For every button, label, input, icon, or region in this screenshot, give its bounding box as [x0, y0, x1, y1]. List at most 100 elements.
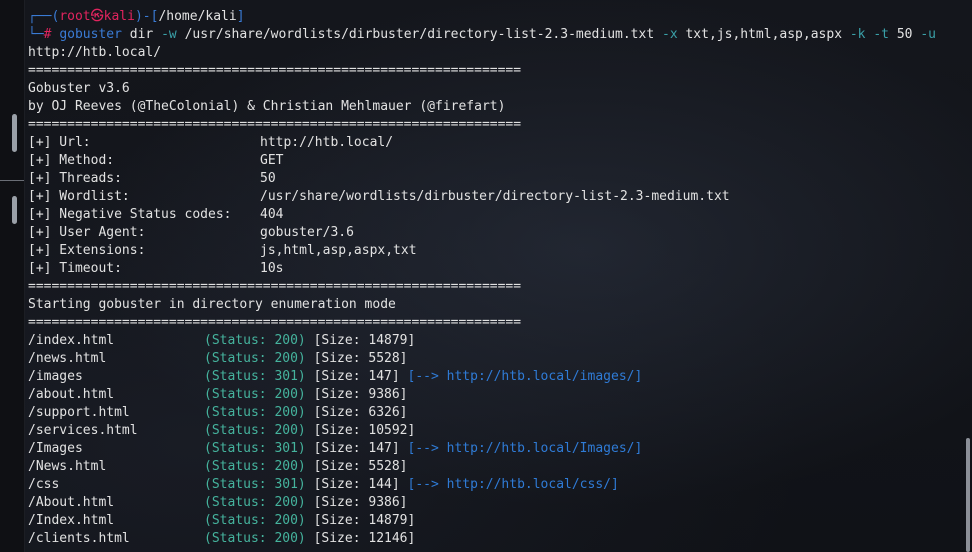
command-name: gobuster: [59, 27, 122, 42]
config-row: [+] Method: GET: [28, 152, 962, 170]
prompt-bracket-close: ]: [236, 9, 245, 24]
separator: ========================================…: [28, 63, 522, 78]
result-size: [Size: 14879]: [313, 333, 416, 348]
prompt-host: kali: [103, 9, 135, 24]
flag-u: -u: [920, 27, 936, 42]
config-value: 10s: [260, 261, 284, 276]
result-redirect: [--> http://htb.local/Images/]: [407, 441, 643, 456]
result-status: (Status: 200): [204, 513, 306, 528]
result-path: /about.html: [28, 387, 115, 402]
config-row: [+] Timeout: 10s: [28, 260, 962, 278]
result-row: /images (Status: 301) [Size: 147] [--> ht…: [28, 368, 962, 386]
result-path: /index.html: [28, 333, 115, 348]
command-line-wrap: http://htb.local/: [28, 44, 962, 62]
terminal-output[interactable]: ┌──(root㉿kali)-[/home/kali] └─# gobuster…: [28, 8, 962, 548]
config-row: [+] Negative Status codes: 404: [28, 206, 962, 224]
config-key: [+] Wordlist:: [28, 189, 130, 204]
terminal-scrollbar-thumb[interactable]: [966, 438, 970, 552]
config-key: [+] Method:: [28, 153, 115, 168]
config-row: [+] Threads: 50: [28, 170, 962, 188]
result-row: /index.html (Status: 200) [Size: 14879]: [28, 332, 962, 350]
config-value: 404: [260, 207, 284, 222]
result-row: /clients.html (Status: 200) [Size: 12146]: [28, 530, 962, 548]
config-row: [+] Url: http://htb.local/: [28, 134, 962, 152]
config-value: /usr/share/wordlists/dirbuster/directory…: [260, 189, 730, 204]
prompt-symbol: ㉿: [90, 9, 104, 24]
banner-version: Gobuster v3.6: [28, 81, 130, 96]
flag-k: -k: [849, 27, 866, 42]
result-status: (Status: 200): [204, 459, 306, 474]
config-row: [+] Wordlist: /usr/share/wordlists/dirbus…: [28, 188, 962, 206]
result-row: /Images (Status: 301) [Size: 147] [--> ht…: [28, 440, 962, 458]
command-subcommand: dir: [129, 27, 154, 42]
result-size: [Size: 147]: [313, 369, 400, 384]
config-value: js,html,asp,aspx,txt: [260, 243, 417, 258]
config-key: [+] Extensions:: [28, 243, 146, 258]
result-path: /clients.html: [28, 531, 130, 546]
separator: ========================================…: [28, 117, 522, 132]
config-value: GET: [260, 153, 284, 168]
result-size: [Size: 5528]: [313, 459, 408, 474]
wordlist-arg: /usr/share/wordlists/dirbuster/directory…: [184, 27, 655, 42]
url-arg: http://htb.local/: [28, 45, 162, 60]
result-path: /images: [28, 369, 83, 384]
config-key: [+] Negative Status codes:: [28, 207, 232, 222]
banner-authors: by OJ Reeves (@TheColonial) & Christian …: [28, 99, 506, 114]
flag-x: -x: [662, 27, 678, 42]
result-status: (Status: 301): [204, 477, 306, 492]
result-path: /Index.html: [28, 513, 115, 528]
side-panel: [0, 0, 25, 552]
result-redirect: [--> http://htb.local/images/]: [407, 369, 643, 384]
result-redirect: [--> http://htb.local/css/]: [407, 477, 619, 492]
result-status: (Status: 200): [204, 495, 306, 510]
result-row: /news.html (Status: 200) [Size: 5528]: [28, 350, 962, 368]
extensions-arg: txt,js,html,asp,aspx: [685, 27, 843, 42]
result-path: /news.html: [28, 351, 107, 366]
result-row: /services.html (Status: 200) [Size: 10592…: [28, 422, 962, 440]
separator: ========================================…: [28, 315, 522, 330]
flag-t: -t: [873, 27, 889, 42]
result-path: /Images: [28, 441, 83, 456]
config-key: [+] User Agent:: [28, 225, 146, 240]
side-scroll-thumb-lower[interactable]: [12, 196, 17, 224]
result-status: (Status: 200): [204, 351, 306, 366]
result-row: /support.html (Status: 200) [Size: 6326]: [28, 404, 962, 422]
result-status: (Status: 200): [204, 333, 306, 348]
result-size: [Size: 144]: [313, 477, 400, 492]
result-row: /css (Status: 301) [Size: 144] [--> http:…: [28, 476, 962, 494]
result-status: (Status: 200): [204, 423, 306, 438]
config-row: [+] Extensions: js,html,asp,aspx,txt: [28, 242, 962, 260]
result-size: [Size: 14879]: [313, 513, 416, 528]
prompt-hash: #: [43, 27, 52, 42]
result-status: (Status: 200): [204, 387, 306, 402]
terminal-scrollbar[interactable]: [964, 0, 972, 552]
result-path: /support.html: [28, 405, 130, 420]
result-path: /services.html: [28, 423, 138, 438]
prompt-bracket: )-[: [134, 9, 159, 24]
result-size: [Size: 12146]: [313, 531, 416, 546]
command-line: └─# gobuster dir -w /usr/share/wordlists…: [28, 26, 962, 44]
separator: ========================================…: [28, 279, 522, 294]
config-key: [+] Threads:: [28, 171, 122, 186]
config-value: http://htb.local/: [260, 135, 394, 150]
result-status: (Status: 200): [204, 405, 306, 420]
side-scroll-thumb[interactable]: [12, 114, 17, 152]
result-status: (Status: 200): [204, 531, 306, 546]
result-row: /News.html (Status: 200) [Size: 5528]: [28, 458, 962, 476]
prompt-corner-bottom: └─: [28, 27, 44, 42]
result-row: /About.html (Status: 200) [Size: 9386]: [28, 494, 962, 512]
threads-arg: 50: [896, 27, 913, 42]
result-size: [Size: 9386]: [313, 495, 408, 510]
result-row: /Index.html (Status: 200) [Size: 14879]: [28, 512, 962, 530]
result-path: /News.html: [28, 459, 107, 474]
result-size: [Size: 9386]: [313, 387, 408, 402]
result-row: /about.html (Status: 200) [Size: 9386]: [28, 386, 962, 404]
side-divider: [0, 180, 24, 181]
prompt-header: ┌──(root㉿kali)-[/home/kali]: [28, 8, 962, 26]
result-status: (Status: 301): [204, 369, 306, 384]
config-value: gobuster/3.6: [260, 225, 354, 240]
prompt-user: root: [59, 9, 91, 24]
config-key: [+] Url:: [28, 135, 91, 150]
prompt-path: /home/kali: [158, 9, 237, 24]
flag-w: -w: [161, 27, 177, 42]
